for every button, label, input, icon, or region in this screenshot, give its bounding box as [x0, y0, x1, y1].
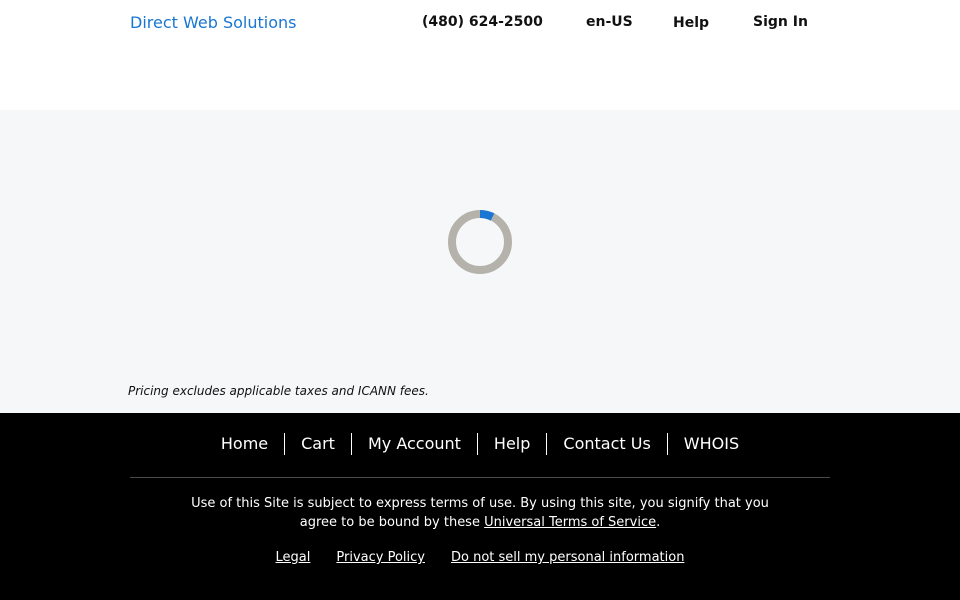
legal-links: Legal Privacy Policy Do not sell my pers… [0, 550, 960, 565]
brand-link[interactable]: Direct Web Solutions [130, 13, 296, 32]
site-footer: Home Cart My Account Help Contact Us WHO… [0, 413, 960, 600]
footer-link-cart[interactable]: Cart [284, 433, 351, 455]
sign-in-menu[interactable]: Sign In [753, 14, 808, 30]
footer-nav: Home Cart My Account Help Contact Us WHO… [0, 433, 960, 455]
locale-selector[interactable]: en-US [586, 14, 633, 30]
footer-link-home[interactable]: Home [205, 433, 284, 455]
do-not-sell-link[interactable]: Do not sell my personal information [451, 550, 684, 565]
footer-link-help[interactable]: Help [476, 433, 546, 455]
help-menu[interactable]: Help [673, 15, 709, 31]
terms-text: Use of this Site is subject to express t… [191, 496, 769, 530]
legal-link[interactable]: Legal [276, 550, 311, 565]
footer-link-my-account[interactable]: My Account [350, 433, 477, 455]
pricing-note: Pricing excludes applicable taxes and IC… [128, 384, 429, 398]
footer-divider [130, 477, 830, 478]
main-content: Pricing excludes applicable taxes and IC… [0, 110, 960, 413]
terms-notice: Use of this Site is subject to express t… [180, 494, 780, 532]
loading-spinner-icon [448, 210, 512, 274]
site-header: Direct Web Solutions (480) 624-2500 en-U… [0, 0, 960, 110]
footer-link-contact-us[interactable]: Contact Us [546, 433, 666, 455]
footer-link-whois[interactable]: WHOIS [666, 433, 755, 455]
privacy-policy-link[interactable]: Privacy Policy [336, 550, 425, 565]
terms-of-service-link[interactable]: Universal Terms of Service [484, 515, 656, 530]
terms-period: . [656, 515, 661, 530]
phone-number-link[interactable]: (480) 624-2500 [422, 14, 543, 30]
